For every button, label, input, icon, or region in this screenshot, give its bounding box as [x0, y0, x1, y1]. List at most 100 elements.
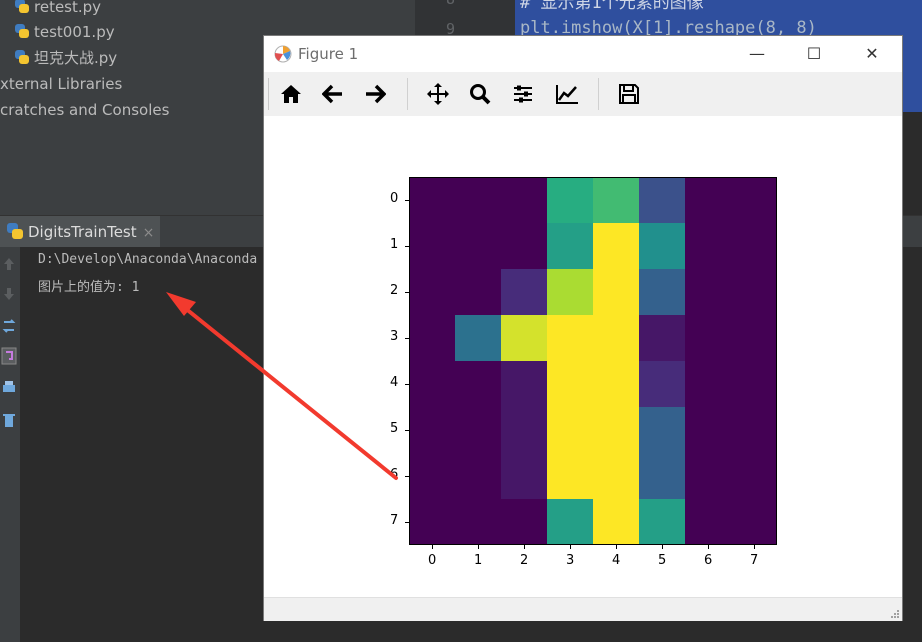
- tree-item-retest[interactable]: retest.py: [14, 0, 101, 19]
- y-tick-label: 6: [390, 467, 399, 482]
- back-button[interactable]: [315, 76, 351, 112]
- x-tick-mark: [524, 545, 525, 549]
- heatmap-cell: [501, 407, 548, 454]
- heatmap-cell: [547, 315, 594, 362]
- heatmap-cell: [501, 269, 548, 316]
- save-icon: [619, 84, 639, 104]
- heatmap-cell: [731, 177, 777, 224]
- heatmap-cell: [685, 269, 732, 316]
- heatmap-cell: [455, 177, 502, 224]
- heatmap-cell: [731, 407, 777, 454]
- run-tab[interactable]: DigitsTrainTest ×: [0, 216, 161, 248]
- run-tab-label: DigitsTrainTest: [28, 223, 137, 241]
- heatmap-cell: [409, 407, 456, 454]
- x-tick-label: 2: [520, 553, 529, 568]
- heatmap-cell: [731, 499, 777, 545]
- zoom-button[interactable]: [462, 76, 498, 112]
- y-tick-label: 2: [390, 283, 399, 298]
- digit-image-heatmap: [409, 177, 777, 545]
- heatmap-cell: [409, 177, 456, 224]
- heatmap-cell: [409, 315, 456, 362]
- x-tick-mark: [570, 545, 571, 549]
- x-tick-mark: [478, 545, 479, 549]
- heatmap-cell: [501, 453, 548, 500]
- close-tab-icon[interactable]: ×: [143, 225, 155, 241]
- heatmap-cell: [685, 177, 732, 224]
- tree-item-tank-battle[interactable]: 坦克大战.py: [14, 46, 117, 70]
- y-tick-mark: [405, 200, 409, 201]
- scroll-up-icon[interactable]: [1, 255, 17, 273]
- y-tick-label: 3: [390, 329, 399, 344]
- subplots-icon: [514, 85, 532, 103]
- print-icon[interactable]: [1, 379, 17, 397]
- heatmap-cell: [455, 407, 502, 454]
- toolbar-separator: [598, 78, 599, 110]
- heatmap-cell: [685, 407, 732, 454]
- heatmap-cell: [593, 177, 640, 224]
- rerun-icon[interactable]: [1, 317, 17, 335]
- heatmap-cell: [593, 315, 640, 362]
- maximize-button[interactable]: ☐: [791, 36, 837, 72]
- heatmap-cell: [685, 499, 732, 545]
- heatmap-cell: [547, 407, 594, 454]
- back-icon: [322, 84, 342, 104]
- home-button[interactable]: [273, 76, 309, 112]
- heatmap-cell: [455, 453, 502, 500]
- tree-item-scratches[interactable]: cratches and Consoles: [0, 98, 169, 122]
- y-tick-label: 5: [390, 421, 399, 436]
- heatmap-cell: [547, 361, 594, 408]
- customize-button[interactable]: [549, 76, 585, 112]
- pan-button[interactable]: [420, 76, 456, 112]
- heatmap-cell: [639, 361, 686, 408]
- heatmap-cell: [409, 269, 456, 316]
- tree-item-test001[interactable]: test001.py: [14, 20, 115, 44]
- x-tick-mark: [616, 545, 617, 549]
- y-tick-label: 4: [390, 375, 399, 390]
- resize-grip-icon[interactable]: [889, 608, 899, 618]
- y-tick-mark: [405, 522, 409, 523]
- trash-icon[interactable]: [1, 411, 17, 429]
- heatmap-cell: [409, 223, 456, 270]
- heatmap-cell: [639, 177, 686, 224]
- close-button[interactable]: ✕: [849, 36, 895, 72]
- minimize-button[interactable]: —: [734, 36, 780, 72]
- forward-button[interactable]: [357, 76, 393, 112]
- tree-item-label: retest.py: [34, 0, 102, 16]
- heatmap-cell: [409, 453, 456, 500]
- x-tick-label: 4: [612, 553, 621, 568]
- heatmap-cell: [639, 269, 686, 316]
- python-run-icon: [6, 222, 24, 240]
- x-tick-mark: [662, 545, 663, 549]
- heatmap-cell: [547, 453, 594, 500]
- subplots-button[interactable]: [505, 76, 541, 112]
- heatmap-cell: [639, 315, 686, 362]
- save-button[interactable]: [611, 76, 647, 112]
- heatmap-cell: [593, 223, 640, 270]
- tree-item-external-libraries[interactable]: xternal Libraries: [0, 72, 122, 96]
- x-tick-mark: [708, 545, 709, 549]
- figure-statusbar: [264, 597, 902, 621]
- x-tick-label: 0: [428, 553, 437, 568]
- figure-toolbar: [264, 72, 902, 116]
- figure-window: Figure 1 — ☐ ✕ 0 1 2 3 4 5 6 7 0 1 2 3 4…: [263, 35, 903, 621]
- heatmap-cell: [547, 177, 594, 224]
- soft-wrap-icon[interactable]: [1, 347, 17, 365]
- heatmap-cell: [547, 223, 594, 270]
- heatmap-cell: [731, 269, 777, 316]
- heatmap-cell: [455, 269, 502, 316]
- scroll-down-icon[interactable]: [1, 285, 17, 303]
- heatmap-cell: [639, 453, 686, 500]
- tree-item-label: test001.py: [34, 23, 115, 41]
- heatmap-cell: [501, 315, 548, 362]
- y-tick-label: 1: [390, 237, 399, 252]
- toolbar-grip: [268, 78, 269, 110]
- pan-icon: [427, 83, 449, 105]
- figure-canvas[interactable]: 0 1 2 3 4 5 6 7 0 1 2 3 4 5 6 7: [264, 116, 902, 597]
- console-line: 图片上的值为: 1: [38, 280, 140, 295]
- figure-titlebar[interactable]: Figure 1 — ☐ ✕: [264, 36, 902, 72]
- y-tick-mark: [405, 476, 409, 477]
- zoom-icon: [470, 84, 491, 105]
- python-file-icon: [14, 0, 30, 14]
- toolbar-separator: [407, 78, 408, 110]
- tree-item-label: xternal Libraries: [0, 75, 123, 93]
